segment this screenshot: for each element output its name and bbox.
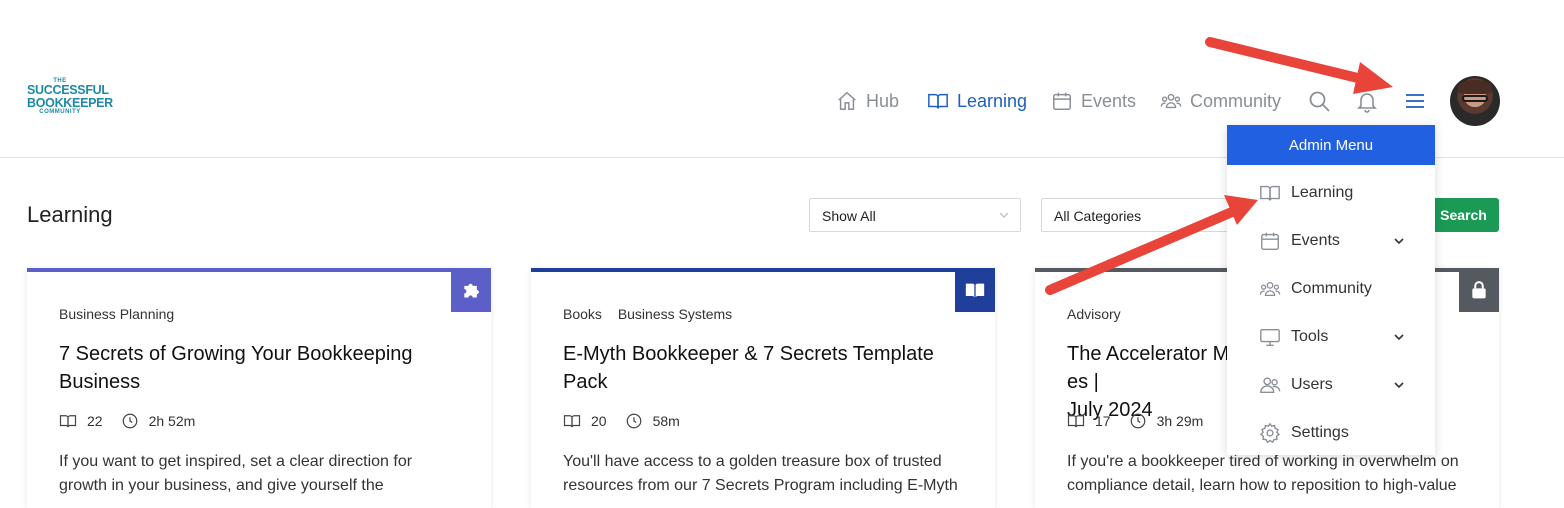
card-badge xyxy=(451,268,491,312)
card-meta: 20 58m xyxy=(563,412,680,430)
bell-icon[interactable] xyxy=(1355,89,1379,113)
card-category: Advisory xyxy=(1067,306,1121,322)
category-filter-value: All Categories xyxy=(1054,208,1142,224)
clock-icon xyxy=(626,413,641,429)
chevron-down-icon xyxy=(1394,382,1404,389)
card-category: Business Planning xyxy=(59,306,175,322)
admin-menu-header: Admin Menu xyxy=(1227,125,1435,165)
lesson-count: 20 xyxy=(591,413,607,429)
book-icon xyxy=(928,93,948,109)
user-avatar[interactable] xyxy=(1450,76,1500,126)
nav-community-label: Community xyxy=(1190,90,1282,111)
calendar-icon xyxy=(1053,92,1071,110)
show-filter-value: Show All xyxy=(822,208,876,224)
card-title[interactable]: 7 Secrets of Growing Your Bookkeeping Bu… xyxy=(59,340,439,396)
lock-icon xyxy=(1472,281,1486,299)
admin-menu-item-label: Community xyxy=(1291,280,1372,297)
card-description: If you want to get inspired, set a clear… xyxy=(59,453,413,494)
book-icon xyxy=(1260,185,1280,201)
book-icon xyxy=(59,415,77,428)
card-meta: 17 3h 29m xyxy=(1067,412,1203,430)
clock-icon xyxy=(1130,413,1145,429)
card-categories: Advisory xyxy=(1067,306,1133,322)
nav-events[interactable]: Events xyxy=(1051,86,1136,116)
lesson-count: 17 xyxy=(1095,413,1111,429)
admin-menu-item-label: Tools xyxy=(1291,328,1329,345)
search-button[interactable]: Search xyxy=(1428,198,1499,232)
hamburger-menu-icon[interactable] xyxy=(1403,89,1427,113)
card-badge xyxy=(1459,268,1499,312)
card-title-end: es | xyxy=(1067,371,1099,393)
card-badge xyxy=(955,268,995,312)
lesson-count: 22 xyxy=(87,413,103,429)
course-duration: 3h 29m xyxy=(1156,413,1204,429)
monitor-icon xyxy=(1260,328,1280,346)
card-meta: 22 2h 52m xyxy=(59,412,195,430)
chevron-down-icon xyxy=(999,212,1009,218)
card-title-start: The Accelerator M xyxy=(1067,343,1230,365)
admin-menu-item-tools[interactable]: Tools xyxy=(1227,317,1435,357)
logo-line-bookkeeper: BOOKKEEPER xyxy=(27,95,113,110)
admin-menu-item-label: Users xyxy=(1291,376,1333,393)
chevron-down-icon xyxy=(1394,238,1404,245)
card-description: If you're a bookkeeper tired of working … xyxy=(1067,453,1459,494)
book-icon xyxy=(563,415,581,428)
clock-icon xyxy=(122,413,137,429)
admin-menu-item-label: Learning xyxy=(1291,184,1354,201)
card-description: You'll have access to a golden treasure … xyxy=(563,453,958,494)
card-title[interactable]: E-Myth Bookkeeper & 7 Secrets Template P… xyxy=(563,340,943,396)
puzzle-icon xyxy=(464,283,479,298)
nav-hub-label: Hub xyxy=(866,90,900,111)
nav-events-label: Events xyxy=(1081,90,1137,111)
calendar-icon xyxy=(1261,232,1279,250)
course-duration: 2h 52m xyxy=(148,413,196,429)
admin-menu-item-settings[interactable]: Settings xyxy=(1227,413,1435,453)
site-logo[interactable]: THE SUCCESSFUL BOOKKEEPER COMMUNITY xyxy=(27,78,113,115)
users-icon xyxy=(1160,93,1182,109)
nav-hub[interactable]: Hub xyxy=(836,86,899,116)
admin-menu-item-community[interactable]: Community xyxy=(1227,269,1435,309)
card-categories: Business Planning xyxy=(59,306,186,322)
course-card[interactable]: Books Business Systems E-Myth Bookkeeper… xyxy=(531,268,995,508)
avatar-glasses xyxy=(1462,95,1488,102)
course-duration: 58m xyxy=(652,413,680,429)
gear-icon xyxy=(1259,422,1281,444)
book-icon xyxy=(1067,415,1085,428)
user-group-icon xyxy=(1260,377,1281,394)
card-category: Business Systems xyxy=(617,306,733,322)
users-icon xyxy=(1259,281,1281,297)
admin-menu-item-learning[interactable]: Learning xyxy=(1227,173,1435,213)
admin-menu-item-users[interactable]: Users xyxy=(1227,365,1435,405)
avatar-hair xyxy=(1458,80,1492,94)
book-icon xyxy=(965,283,985,298)
nav-learning-label: Learning xyxy=(957,90,1028,111)
admin-menu-item-label: Events xyxy=(1291,232,1340,249)
card-accent-bar xyxy=(531,268,995,272)
chevron-down-icon xyxy=(1394,334,1404,341)
page-title: Learning xyxy=(27,202,113,227)
nav-learning[interactable]: Learning xyxy=(927,86,1027,116)
nav-community[interactable]: Community xyxy=(1160,86,1281,116)
category-filter-select[interactable]: All Categories xyxy=(1041,198,1241,232)
admin-menu-item-label: Settings xyxy=(1291,424,1349,441)
home-icon xyxy=(838,91,856,110)
show-filter-select[interactable]: Show All xyxy=(809,198,1021,232)
search-icon[interactable] xyxy=(1307,89,1331,113)
course-card[interactable]: Business Planning 7 Secrets of Growing Y… xyxy=(27,268,491,508)
card-categories: Books Business Systems xyxy=(563,306,744,322)
admin-menu-item-events[interactable]: Events xyxy=(1227,221,1435,261)
card-category: Books xyxy=(563,306,602,322)
admin-menu-dropdown: Admin Menu Learning Events Community Too… xyxy=(1227,125,1435,455)
card-accent-bar xyxy=(27,268,491,272)
